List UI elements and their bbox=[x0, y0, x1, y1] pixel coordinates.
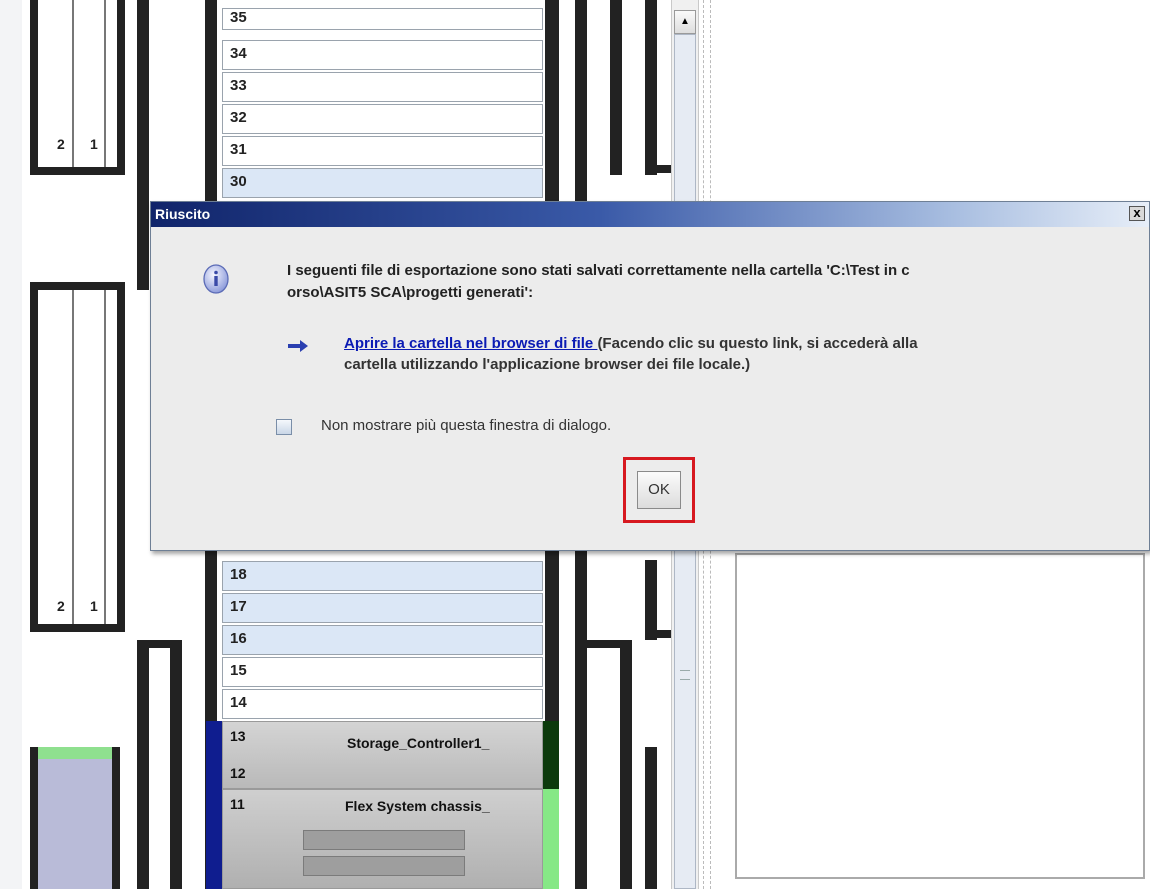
open-folder-link[interactable]: Aprire la cartella nel browser di file bbox=[344, 335, 597, 352]
rack-slot[interactable]: 30 bbox=[222, 168, 543, 198]
rack-slot[interactable]: 18 bbox=[222, 561, 543, 591]
rack-slot[interactable]: 35 bbox=[222, 8, 543, 30]
close-button[interactable]: x bbox=[1129, 206, 1145, 221]
left-device-block bbox=[38, 747, 112, 889]
rail-number-2b: 2 bbox=[57, 598, 65, 614]
rack-slot[interactable]: 14 bbox=[222, 689, 543, 719]
dialog-titlebar[interactable]: Riuscito x bbox=[151, 202, 1149, 227]
slot-number: 11 bbox=[230, 796, 245, 812]
device-rail-blue bbox=[206, 721, 222, 889]
left-rail-top bbox=[30, 0, 148, 175]
storage-controller-label: Storage_Controller1_ bbox=[347, 735, 490, 751]
dont-show-checkbox[interactable] bbox=[276, 419, 292, 435]
ok-button[interactable]: OK bbox=[637, 471, 681, 509]
left-margin bbox=[0, 0, 22, 889]
rack-slot[interactable]: 31 bbox=[222, 136, 543, 166]
rack-slot[interactable]: 15 bbox=[222, 657, 543, 687]
link-note: (Facendo clic su questo link, si acceder… bbox=[597, 335, 918, 352]
link-note-line2: cartella utilizzando l'applicazione brow… bbox=[344, 356, 751, 373]
rack-slot[interactable]: 32 bbox=[222, 104, 543, 134]
right-arrow-icon bbox=[288, 339, 308, 352]
info-icon bbox=[203, 264, 229, 294]
ok-highlight: OK bbox=[623, 457, 695, 523]
scroll-grip bbox=[680, 670, 690, 680]
rack-slot[interactable]: 33 bbox=[222, 72, 543, 102]
scroll-up-icon[interactable]: ▲ bbox=[674, 10, 696, 34]
left-rail-middle bbox=[30, 282, 125, 632]
rail-number-2: 2 bbox=[57, 136, 65, 152]
rack-slot[interactable]: 16 bbox=[222, 625, 543, 655]
slot-number: 13 bbox=[230, 728, 246, 744]
close-icon: x bbox=[1133, 205, 1141, 220]
rack-slot[interactable]: 17 bbox=[222, 593, 543, 623]
storage-controller-device[interactable]: 13 12 Storage_Controller1_ bbox=[222, 721, 543, 789]
rail-number-1b: 1 bbox=[90, 598, 98, 614]
message-line: I seguenti file di esportazione sono sta… bbox=[287, 262, 910, 279]
device-rail-green bbox=[543, 721, 559, 789]
flex-chassis-device[interactable]: 11 Flex System chassis_ bbox=[222, 789, 543, 889]
chassis-label: Flex System chassis_ bbox=[345, 798, 490, 814]
dialog-message: I seguenti file di esportazione sono sta… bbox=[287, 260, 1107, 304]
device-rail-green-2 bbox=[543, 789, 559, 889]
dont-show-label: Non mostrare più questa finestra di dial… bbox=[321, 417, 612, 434]
dialog-title: Riuscito bbox=[155, 206, 211, 222]
open-folder-row: Aprire la cartella nel browser di file (… bbox=[344, 333, 1104, 375]
rail-number-1: 1 bbox=[90, 136, 98, 152]
rack-frame-left bbox=[137, 0, 149, 290]
rack-slot[interactable]: 34 bbox=[222, 40, 543, 70]
message-line: orso\ASIT5 SCA\progetti generati': bbox=[287, 284, 534, 301]
success-dialog: Riuscito x I seguenti file di esportazio… bbox=[150, 201, 1150, 551]
slot-number: 12 bbox=[230, 765, 246, 781]
